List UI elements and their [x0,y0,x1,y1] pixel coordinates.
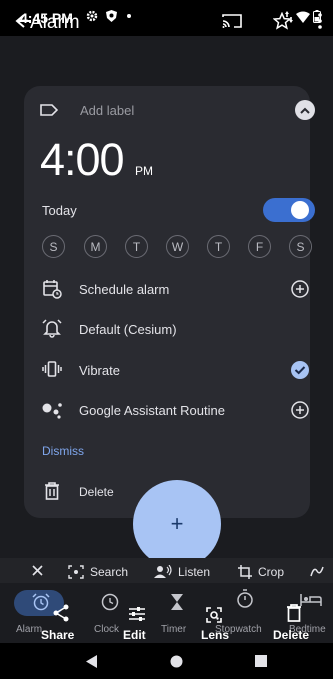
wifi-icon [296,11,310,23]
add-alarm-fab[interactable]: + [133,480,221,568]
lens-search-label: Search [90,565,129,579]
day-thursday[interactable]: T [207,235,230,258]
app-bar [0,36,333,84]
calendar-clock-icon [42,279,62,299]
lens-crop-button[interactable]: Crop [238,565,284,579]
schedule-alarm-label[interactable]: Schedule alarm [79,282,169,297]
close-icon [32,565,43,576]
share-button[interactable]: Share [41,628,74,642]
chevron-up-icon [300,107,310,114]
lens-listen-label: Listen [178,565,211,579]
assistant-routine-label[interactable]: Google Assistant Routine [79,403,225,418]
vibrate-checkbox[interactable] [290,360,310,380]
plus-icon: + [170,511,184,536]
close-lens-button[interactable] [32,565,43,576]
label-icon [40,104,58,116]
add-schedule-icon[interactable] [290,279,310,299]
alarm-sound-label[interactable]: Default (Cesium) [79,322,177,337]
draw-icon [310,566,324,577]
trash-icon[interactable] [44,482,60,500]
bed-icon[interactable] [300,593,322,607]
add-label-input[interactable]: Add label [80,103,134,118]
hourglass-icon[interactable] [170,593,184,611]
share-icon[interactable] [52,604,70,622]
recents-square-icon[interactable] [255,655,267,667]
crop-icon [238,565,252,579]
stopwatch-icon[interactable] [236,589,254,609]
lens-search-button[interactable]: Search [68,565,128,579]
check-circle-icon [291,361,309,379]
nav-timer-label: Timer [161,624,187,635]
more-vert-icon[interactable] [317,12,323,30]
alarm-clock-icon[interactable] [32,593,50,611]
cast-icon[interactable] [222,13,242,29]
delete-overlay-button[interactable]: Delete [273,628,309,642]
alarm-day-text: Today [42,203,77,218]
back-triangle-icon[interactable] [86,655,98,668]
gear-icon [86,10,98,22]
day-sunday[interactable]: S [42,235,65,258]
alarm-toggle-knob [291,201,309,219]
day-saturday[interactable]: S [289,235,312,258]
vibrate-label[interactable]: Vibrate [79,363,120,378]
lens-draw-button[interactable] [310,565,324,577]
google-assistant-icon [42,401,64,419]
alarm-bell-icon [42,318,62,338]
delete-button[interactable]: Delete [79,485,114,499]
clock-icon[interactable] [101,593,119,611]
add-routine-icon[interactable] [290,400,310,420]
alarm-time[interactable]: 4:00 [40,134,125,186]
system-navigation-bar [0,643,333,679]
delete-overlay-icon[interactable] [286,604,302,622]
dismiss-button[interactable]: Dismiss [42,444,84,458]
lens-crop-label: Crop [258,565,285,579]
day-wednesday[interactable]: W [166,235,189,258]
collapse-button[interactable] [295,100,315,120]
home-circle-icon[interactable] [170,655,183,668]
nav-clock-label: Clock [94,624,120,635]
vibrate-icon [42,360,62,378]
star-icon[interactable] [273,12,291,30]
nav-alarm-label: Alarm [16,624,43,635]
alarm-ampm: PM [135,164,153,178]
edit-sliders-icon[interactable] [128,606,146,622]
image-search-icon [68,565,84,579]
lens-icon[interactable] [205,606,223,624]
day-friday[interactable]: F [248,235,271,258]
page-title: Alarm [30,12,80,33]
day-tuesday[interactable]: T [125,235,148,258]
dot-icon [125,12,133,20]
edit-button[interactable]: Edit [123,628,146,642]
day-monday[interactable]: M [84,235,107,258]
lens-button[interactable]: Lens [201,628,229,642]
shield-icon [106,10,117,22]
listen-icon [154,565,172,578]
status-notification-icons [86,10,133,22]
lens-listen-button[interactable]: Listen [154,565,210,579]
